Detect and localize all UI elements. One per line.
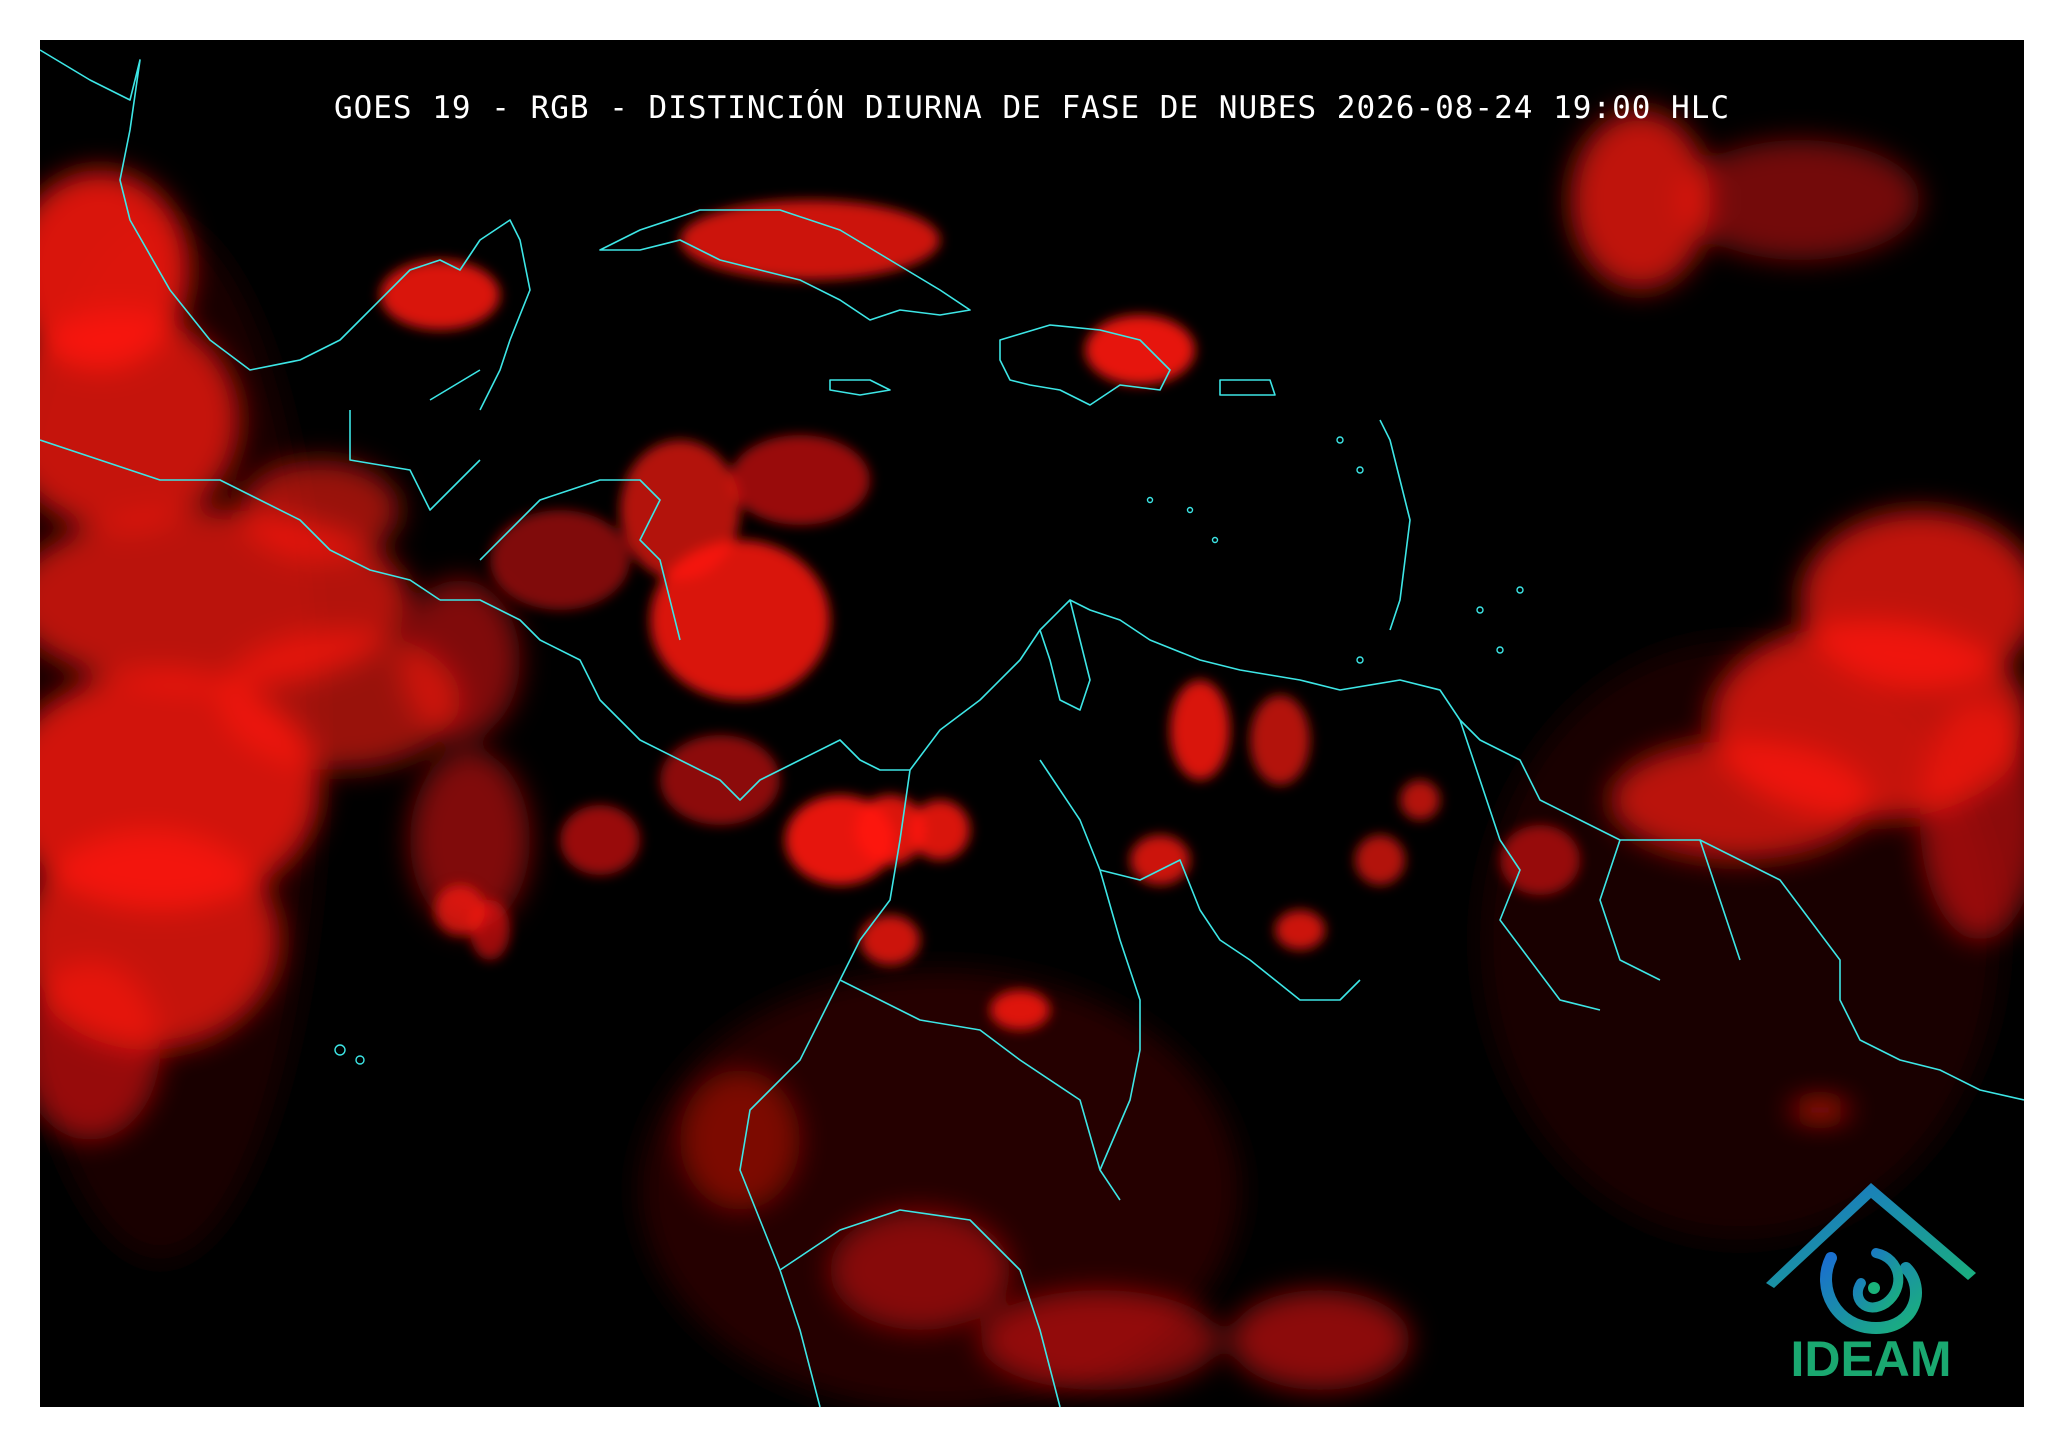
image-title: GOES 19 - RGB - DISTINCIÓN DIURNA DE FAS… bbox=[333, 90, 1731, 126]
logo-text: IDEAM bbox=[1790, 1331, 1951, 1387]
satellite-image bbox=[40, 49, 2024, 1407]
spiral-icon bbox=[1820, 1248, 1922, 1335]
mountain-icon bbox=[1766, 1183, 1976, 1288]
cloud-layer-central bbox=[380, 200, 1580, 1030]
satellite-map: GOES 19 - RGB - DISTINCIÓN DIURNA DE FAS… bbox=[40, 40, 2024, 1407]
ideam-logo: IDEAM bbox=[1766, 1183, 1976, 1387]
